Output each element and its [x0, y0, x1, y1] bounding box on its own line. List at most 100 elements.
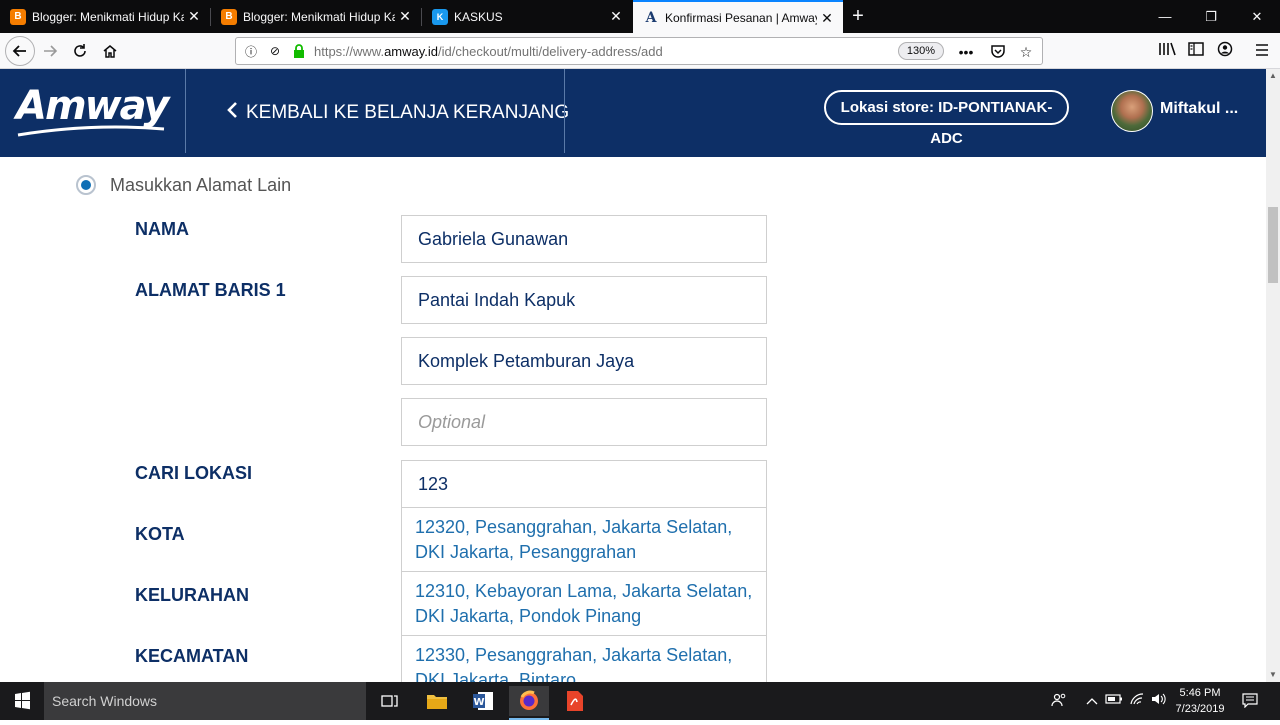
taskbar-search[interactable]: Search Windows	[44, 682, 366, 720]
nama-input[interactable]: Gabriela Gunawan	[401, 215, 767, 263]
kaskus-icon: K	[432, 8, 448, 25]
other-address-label[interactable]: Masukkan Alamat Lain	[110, 175, 291, 196]
suggestion-line: DKI Jakarta, Bintaro	[415, 670, 577, 682]
page-viewport: Amway KEMBALI KE BELANJA KERANJANG Lokas…	[0, 69, 1266, 682]
new-tab-button[interactable]: +	[845, 4, 871, 30]
sidebar-icon[interactable]	[1185, 41, 1207, 61]
tab-title: Blogger: Menikmati Hidup Kaya	[243, 9, 395, 24]
username[interactable]: Miftakul ...	[1160, 100, 1238, 118]
nama-label: NAMA	[135, 219, 189, 239]
browser-tab[interactable]: B Blogger: Menikmati Hidup Kaya ✕	[0, 0, 210, 33]
tab-title: KASKUS	[454, 9, 503, 24]
info-icon[interactable]: ⓘ	[242, 42, 260, 60]
tracking-protection-icon[interactable]: ⊘	[266, 42, 284, 60]
close-icon[interactable]: ✕	[395, 8, 415, 25]
close-window-button[interactable]: ✕	[1234, 0, 1280, 33]
suggestion-line: 12320, Pesanggrahan, Jakarta Selatan,	[415, 517, 733, 537]
other-address-radio[interactable]	[76, 175, 96, 195]
back-to-cart-label: KEMBALI KE BELANJA KERANJANG	[246, 102, 570, 123]
library-icon[interactable]	[1156, 41, 1178, 61]
windows-taskbar: Search Windows W 5:46 PM 7/23/2019	[0, 682, 1280, 720]
svg-text:W: W	[473, 697, 484, 708]
clock-time: 5:46 PM	[1179, 687, 1221, 699]
reload-icon	[74, 44, 86, 57]
kecamatan-label: KECAMATAN	[135, 646, 249, 666]
chevron-left-icon	[226, 101, 238, 125]
clock-date: 7/23/2019	[1175, 703, 1225, 715]
site-header: Amway KEMBALI KE BELANJA KERANJANG Lokas…	[0, 69, 1266, 157]
pocket-icon[interactable]	[988, 43, 1008, 61]
location-suggestion[interactable]: 12330, Pesanggrahan, Jakarta Selatan, DK…	[401, 636, 767, 682]
home-button[interactable]	[96, 37, 124, 65]
battery-icon[interactable]	[1104, 692, 1124, 710]
header-divider	[564, 69, 565, 153]
location-suggestion[interactable]: 12320, Pesanggrahan, Jakarta Selatan, DK…	[401, 508, 767, 572]
suggestion-line: 12310, Kebayoran Lama, Jakarta Selatan,	[415, 581, 753, 601]
address-line-3-input[interactable]: Optional	[401, 398, 767, 446]
amway-logo[interactable]: Amway	[16, 81, 171, 141]
alamat-baris-1-label: ALAMAT BARIS 1	[135, 280, 286, 300]
location-search-input[interactable]: 123	[401, 460, 767, 508]
suggestion-line: DKI Jakarta, Pondok Pinang	[415, 606, 642, 626]
firefox-icon[interactable]	[509, 686, 549, 720]
pdf-reader-icon[interactable]	[555, 686, 595, 716]
navigation-toolbar: ⓘ ⊘ https://www.amway.id/id/checkout/mul…	[0, 33, 1280, 69]
file-explorer-icon[interactable]	[417, 686, 457, 716]
scroll-up-icon[interactable]: ▲	[1266, 69, 1280, 83]
amway-icon: A	[645, 10, 657, 26]
action-center-icon[interactable]	[1238, 692, 1262, 710]
blogger-icon: B	[221, 8, 237, 25]
scroll-down-icon[interactable]: ▼	[1266, 668, 1280, 682]
people-icon[interactable]	[1048, 692, 1070, 710]
header-divider	[185, 69, 186, 153]
page-scrollbar[interactable]: ▲ ▼	[1266, 69, 1280, 682]
restore-button[interactable]: ❐	[1188, 0, 1234, 33]
logo-swoosh-icon	[17, 125, 165, 137]
tab-title: Blogger: Menikmati Hidup Kaya	[32, 9, 184, 24]
close-icon[interactable]: ✕	[817, 10, 837, 27]
location-suggestion[interactable]: 12310, Kebayoran Lama, Jakarta Selatan, …	[401, 572, 767, 636]
browser-tab-active[interactable]: A Konfirmasi Pesanan | Amway In ✕	[633, 0, 843, 34]
url-bar[interactable]: ⓘ ⊘ https://www.amway.id/id/checkout/mul…	[235, 37, 1043, 65]
address-line-2-input[interactable]: Komplek Petamburan Jaya	[401, 337, 767, 385]
lock-icon[interactable]	[290, 42, 308, 60]
start-button[interactable]	[0, 682, 44, 720]
zoom-indicator[interactable]: 130%	[897, 42, 944, 60]
blogger-icon: B	[10, 8, 26, 25]
system-clock[interactable]: 5:46 PM 7/23/2019	[1170, 685, 1230, 717]
reload-button[interactable]	[66, 37, 94, 65]
suggestion-line: 12330, Pesanggrahan, Jakarta Selatan,	[415, 645, 733, 665]
word-icon[interactable]: W	[463, 686, 503, 716]
home-icon	[103, 45, 117, 58]
browser-tab[interactable]: K KASKUS ✕	[422, 0, 632, 33]
page-actions-icon[interactable]: •••	[956, 43, 976, 61]
wifi-icon[interactable]	[1127, 692, 1147, 710]
close-icon[interactable]: ✕	[184, 8, 204, 25]
back-to-cart-link[interactable]: KEMBALI KE BELANJA KERANJANG	[226, 101, 569, 125]
logo-text: Amway	[16, 83, 169, 129]
arrow-left-icon	[12, 45, 26, 57]
store-location-button[interactable]: Lokasi store: ID-PONTIANAK-ADC	[824, 90, 1069, 147]
minimize-button[interactable]: —	[1142, 0, 1188, 33]
account-icon[interactable]	[1214, 41, 1236, 61]
kelurahan-label: KELURAHAN	[135, 585, 249, 605]
browser-tab[interactable]: B Blogger: Menikmati Hidup Kaya ✕	[211, 0, 421, 33]
windows-icon	[15, 691, 30, 710]
cari-lokasi-label: CARI LOKASI	[135, 463, 252, 483]
bookmark-star-icon[interactable]: ☆	[1016, 43, 1036, 61]
browser-tab-strip: B Blogger: Menikmati Hidup Kaya ✕ B Blog…	[0, 0, 1280, 34]
menu-icon[interactable]	[1251, 41, 1273, 61]
avatar[interactable]	[1111, 90, 1153, 132]
task-view-icon[interactable]	[370, 686, 410, 716]
arrow-right-icon	[44, 45, 58, 57]
scroll-thumb[interactable]	[1268, 207, 1278, 283]
chevron-up-icon[interactable]	[1084, 692, 1100, 710]
kota-label: KOTA	[135, 524, 185, 544]
suggestion-line: DKI Jakarta, Pesanggrahan	[415, 542, 637, 562]
back-button[interactable]	[5, 36, 35, 66]
forward-button[interactable]	[36, 37, 64, 65]
volume-icon[interactable]	[1149, 692, 1169, 710]
close-icon[interactable]: ✕	[606, 8, 626, 25]
address-line-1-input[interactable]: Pantai Indah Kapuk	[401, 276, 767, 324]
tab-title: Konfirmasi Pesanan | Amway In	[665, 11, 817, 25]
